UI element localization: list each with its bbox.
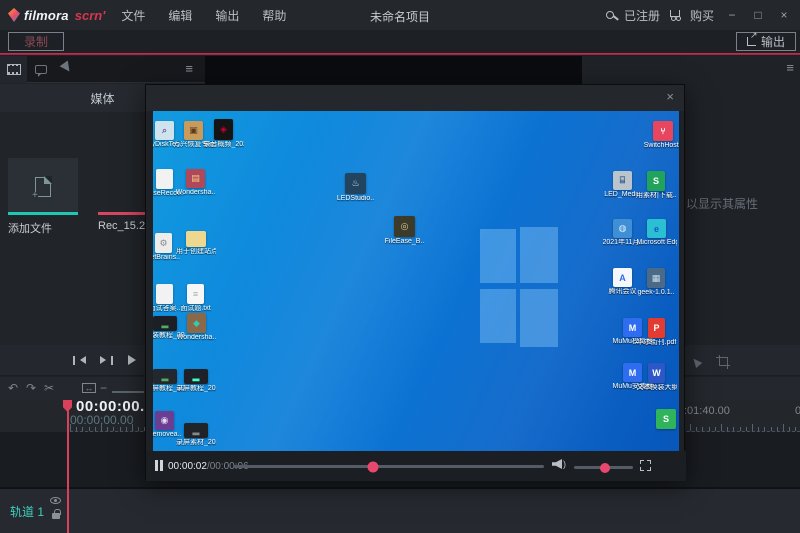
desktop-icon-doc4: ≡ 面试题.txt (176, 284, 216, 312)
film-icon (6, 63, 21, 75)
track-1-label: 轨道 1 (10, 505, 45, 519)
maximize-button[interactable]: □ (750, 8, 766, 22)
menu-bar: 文件 编辑 输出 帮助 (121, 7, 286, 24)
track-1-row[interactable]: 轨道 1 (0, 489, 800, 533)
previous-frame-button[interactable] (70, 352, 88, 368)
close-button[interactable]: × (776, 8, 792, 22)
track-lock-icon[interactable] (52, 509, 61, 519)
next-triangle (99, 356, 110, 364)
playhead-line[interactable] (67, 400, 69, 533)
modal-close-icon[interactable]: × (666, 90, 674, 104)
crop-tool-button[interactable] (714, 352, 732, 369)
license-key-icon (605, 11, 614, 19)
speaker-icon (552, 459, 562, 469)
volume-knob[interactable] (600, 462, 611, 473)
export-button-label: 输出 (760, 35, 785, 49)
video-preview[interactable]: ⌕MyDiskTes..▣万兴恢复专家..◈录音概频_2021..WiseRec… (153, 111, 679, 451)
redo-button[interactable]: ↷ (26, 381, 36, 395)
desktop-icon-edge: eMicrosoft Edge (637, 219, 677, 246)
tab-annotation[interactable] (27, 56, 54, 83)
desktop-icons-layer: ⌕MyDiskTes..▣万兴恢复专家..◈录音概频_2021..WiseRec… (153, 111, 679, 451)
timeline-zoom-slider[interactable] (112, 391, 144, 393)
desktop-icon-ledstudio: ♨ LEDStudio.. (336, 173, 376, 202)
play-triangle (128, 355, 141, 365)
desktop-icon-switchhosts: ⑂ SwitchHosts (643, 121, 679, 149)
desktop-icon-recorder-app: ◈录音概频_2021.. (204, 119, 244, 148)
play-button[interactable] (124, 352, 142, 368)
cart-icon (669, 10, 680, 17)
title-bar: filmora scrn' 文件 编辑 输出 帮助 未命名项目 已注册 购买 − … (0, 0, 800, 30)
select-tool-button[interactable] (686, 352, 704, 368)
filmora-logo-icon (8, 8, 20, 22)
properties-hint: 以显示其属性 (686, 197, 759, 211)
prev-bar (72, 355, 75, 365)
accent-divider (0, 53, 800, 55)
title-bar-right: 已注册 购买 − □ × (605, 0, 792, 30)
desktop-icon-pdf: P 华尔街刊.pdf (637, 318, 677, 346)
record-button[interactable]: 录制 (8, 32, 64, 51)
logo-text: filmora (24, 7, 69, 23)
logo-accent: scrn' (74, 7, 106, 23)
next-frame-button[interactable] (97, 352, 115, 368)
add-file-box (8, 158, 78, 215)
zoom-out-button[interactable]: − (100, 381, 107, 395)
export-button[interactable]: 输出 (736, 30, 796, 51)
volume-slider[interactable] (574, 462, 633, 473)
select-tool-icon (687, 352, 703, 368)
panel-menu-icon[interactable]: ≡ (185, 62, 193, 75)
desktop-icon-filmora-box: ◆ Wondersha.. (177, 313, 217, 341)
add-file-icon (32, 176, 52, 200)
ruler-tick-label: :01:40.00 (684, 405, 730, 417)
properties-menu-icon[interactable]: ≡ (786, 61, 794, 74)
filmora-scrn-window: filmora scrn' 文件 编辑 输出 帮助 未命名项目 已注册 购买 − … (0, 0, 800, 533)
fit-timeline-button[interactable]: ↔ (82, 383, 96, 393)
fit-icon: ↔ (82, 383, 96, 393)
desktop-icon-geek: ▦ geek-1.0.1.. (636, 268, 676, 296)
preview-modal-header[interactable]: × (146, 85, 684, 111)
menu-file[interactable]: 文件 (121, 7, 145, 24)
add-file-label: 添加文件 (8, 223, 52, 235)
pause-button[interactable] (155, 460, 163, 471)
desktop-icon-excel: S 用素材|下载.. (636, 171, 676, 199)
ruler-tick-label-partial: 0 (795, 405, 800, 417)
menu-help[interactable]: 帮助 (262, 7, 286, 24)
speaker-wave: ) (563, 459, 566, 469)
progress-bar[interactable] (233, 461, 544, 472)
fullscreen-button[interactable] (640, 460, 651, 471)
export-icon (746, 30, 758, 46)
tab-media[interactable] (0, 55, 27, 83)
tab-cursor[interactable] (54, 56, 81, 83)
desktop-icon-word: W文本换装大纲.. (637, 363, 677, 391)
panel-tabbar: ≡ (0, 55, 205, 83)
add-file-tile[interactable]: 添加文件 (8, 158, 78, 235)
menu-edit[interactable]: 编辑 (168, 7, 192, 24)
desktop-icon-shot4: ▂录屏素材_2021.. (176, 423, 216, 446)
crop-icon (715, 354, 730, 369)
desktop-icon-fileease: ◎ FileEase_B.. (385, 216, 425, 245)
player-controls: 00:00:02/00:00:06 ) (146, 451, 686, 481)
record-button-label: 录制 (23, 35, 48, 49)
player-current-time: 00:00:02 (168, 461, 207, 472)
undo-button[interactable]: ↶ (8, 381, 18, 395)
add-tile-underline (8, 212, 78, 215)
app-logo: filmora scrn' (8, 8, 105, 23)
track-visibility-icon[interactable] (50, 497, 61, 504)
speech-bubble-icon (34, 64, 47, 77)
desktop-icon-wps: S (646, 409, 679, 429)
buy-button[interactable]: 购买 (690, 7, 714, 24)
desktop-icon-shot3: ▂录屏教程_2021.. (176, 369, 216, 392)
cursor-tab-icon (59, 59, 76, 79)
preview-modal: × ⌕MyDiskTes..▣万兴恢复专家..◈录音概频_2021..WiseR… (145, 84, 686, 481)
next-bar (110, 355, 113, 365)
media-tab-label: 媒体 (90, 91, 115, 106)
split-button[interactable]: ✂ (44, 381, 54, 395)
minimize-button[interactable]: − (724, 8, 740, 22)
progress-knob[interactable] (367, 461, 379, 472)
prev-triangle (76, 356, 86, 364)
menu-output[interactable]: 输出 (215, 7, 239, 24)
desktop-icon-folder: 用于创建站点.. (176, 231, 216, 255)
desktop-icon-winrar: ▤ Wondersha.. (176, 169, 216, 196)
registered-label[interactable]: 已注册 (624, 7, 660, 24)
volume-button[interactable]: ) (552, 459, 566, 469)
